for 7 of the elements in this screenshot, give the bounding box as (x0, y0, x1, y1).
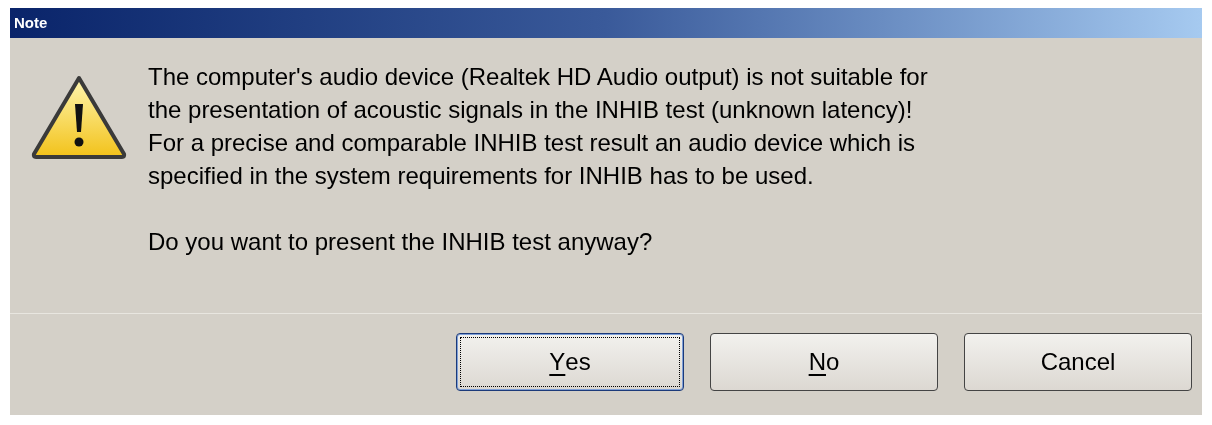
warning-icon (30, 74, 128, 160)
dialog-button[interactable]: Cancel (964, 332, 1192, 391)
warning-message: The computer's audio device (Realtek HD Audio output) is not suitable for the presentation of acoustic signals in the INHIB test (unknown latency)! For a precise and comparable INHIB test result an audio device which is specified in the system requirements for INHIB has to be used. (148, 62, 928, 191)
dialog-button[interactable]: No (710, 332, 938, 391)
dialog-button[interactable]: Yes (456, 332, 684, 391)
window-title: Note (14, 12, 48, 33)
confirmation-question: Do you want to present the INHIB test anyway? (148, 227, 654, 257)
